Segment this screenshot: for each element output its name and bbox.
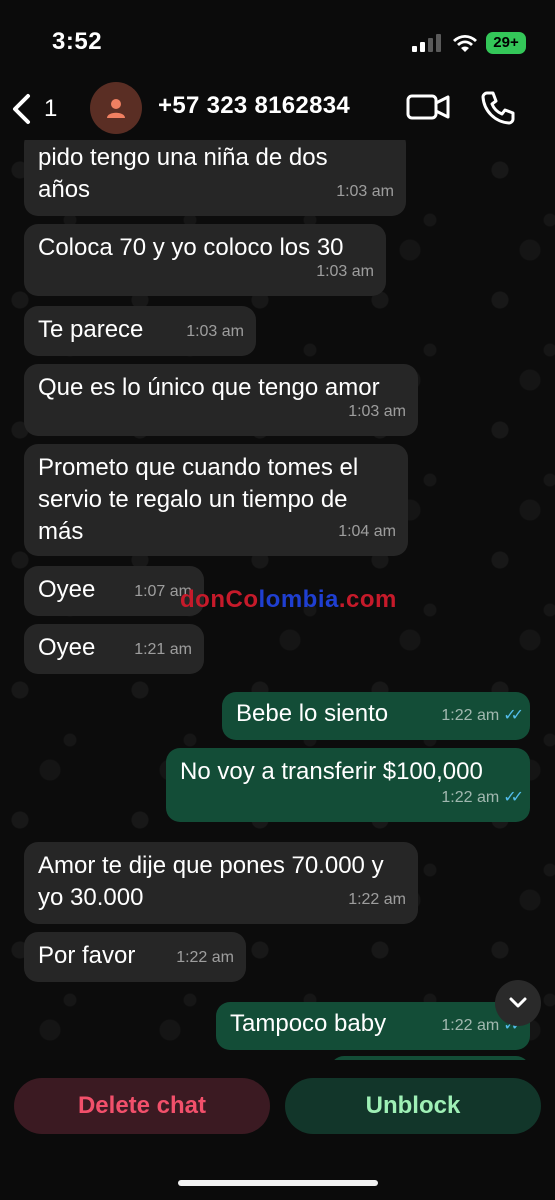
message-text: pido tengo una niña de dos años [38, 144, 328, 203]
back-button[interactable]: 1 [10, 86, 70, 132]
status-bar: 3:52 29+ [0, 0, 555, 78]
message-time: 1:04 am [338, 523, 396, 540]
message-meta: 1:22 am ✓✓ [441, 700, 524, 732]
message-time: 1:03 am [316, 263, 374, 280]
avatar[interactable] [90, 82, 142, 134]
battery-indicator: 29+ [486, 32, 526, 54]
phone-icon[interactable] [478, 88, 518, 128]
back-chevron-icon [13, 94, 30, 124]
message-time: 1:03 am [348, 403, 406, 420]
message-bubble[interactable]: Que es lo único que tengo amor 1:03 am [24, 364, 418, 436]
home-indicator[interactable] [178, 1180, 378, 1186]
message-time: 1:03 am [336, 183, 394, 200]
contact-name[interactable]: +57 323 8162834 [158, 92, 350, 120]
message-bubble[interactable]: Te parece 1:03 am [24, 306, 256, 356]
message-time: 1:22 am [348, 891, 406, 908]
message-time: 1:21 am [134, 641, 192, 658]
message-time: 1:22 am [176, 949, 234, 966]
watermark-part: donCo [180, 586, 259, 613]
cellular-signal-icon [412, 34, 441, 52]
chat-area[interactable]: pido tengo una niña de dos años 1:03 am … [0, 140, 555, 1060]
message-bubble[interactable]: Amor te dije que pones 70.000 y yo 30.00… [24, 842, 418, 924]
delete-chat-button[interactable]: Delete chat [14, 1078, 270, 1134]
blocked-actions-bar: Delete chat Unblock [0, 1060, 555, 1200]
message-time: 1:03 am [186, 323, 244, 340]
video-camera-icon[interactable] [406, 92, 450, 122]
message-time: 1:22 am [441, 707, 500, 724]
wifi-icon [453, 35, 477, 52]
message-bubble[interactable]: Por favor 1:22 am [24, 932, 246, 982]
message-time: 1:22 am [441, 1017, 500, 1034]
person-icon [107, 99, 125, 118]
status-time: 3:52 [52, 28, 103, 55]
watermark-part: lombia [258, 586, 339, 613]
message-bubble[interactable]: Prometo que cuando tomes el servio te re… [24, 444, 408, 556]
message-bubble[interactable]: No voy a transferir $100,000 1:22 am ✓✓ [166, 748, 530, 822]
double-check-icon: ✓✓ [503, 789, 524, 806]
unread-count: 1 [44, 95, 58, 122]
message-bubble[interactable]: Oyee 1:07 am [24, 566, 204, 616]
chevron-down-icon [509, 997, 527, 1008]
message-bubble[interactable]: pido tengo una niña de dos años 1:03 am [24, 140, 406, 216]
message-bubble[interactable]: Coloca 70 y yo coloco los 30 1:03 am [24, 224, 386, 296]
watermark: donColombia.com [180, 586, 397, 614]
watermark-part: .com [338, 586, 397, 613]
message-bubble[interactable]: Tampoco baby 1:22 am ✓✓ [216, 1002, 530, 1050]
message-bubble[interactable]: Oyee 1:21 am [24, 624, 204, 674]
message-meta: 1:22 am ✓✓ [441, 782, 524, 814]
message-time: 1:22 am [441, 789, 500, 806]
double-check-icon: ✓✓ [503, 707, 524, 724]
scroll-to-bottom-button[interactable] [495, 980, 541, 1026]
unblock-button[interactable]: Unblock [285, 1078, 541, 1134]
chat-header: 1 +57 323 8162834 [0, 78, 555, 140]
message-bubble[interactable]: Bebe lo siento 1:22 am ✓✓ [222, 692, 530, 740]
